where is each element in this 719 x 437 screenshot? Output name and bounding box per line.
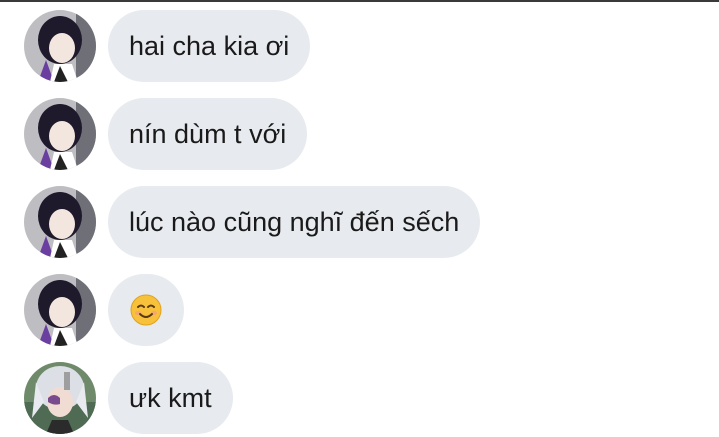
message-text: hai cha kia ơi (129, 30, 290, 61)
avatar-image-shinobu (24, 10, 96, 82)
message-row: hai cha kia ơi (0, 10, 719, 82)
message-row: nín dùm t với (0, 98, 719, 170)
message-bubble[interactable]: lúc nào cũng nghĩ đến sếch (108, 186, 481, 258)
message-text: lúc nào cũng nghĩ đến sếch (129, 206, 460, 237)
avatar[interactable] (24, 10, 96, 82)
message-bubble[interactable]: hai cha kia ơi (108, 10, 311, 82)
avatar-image-shinobu (24, 98, 96, 170)
message-bubble[interactable]: nín dùm t với (108, 98, 308, 170)
avatar[interactable] (24, 274, 96, 346)
message-row: lúc nào cũng nghĩ đến sếch (0, 186, 719, 258)
message-bubble[interactable] (108, 274, 184, 346)
message-row: ưk kmt (0, 362, 719, 434)
message-text: nín dùm t với (129, 118, 287, 149)
avatar-image-shinobu (24, 274, 96, 346)
message-bubble[interactable]: ưk kmt (108, 362, 233, 434)
avatar[interactable] (24, 362, 96, 434)
top-divider (0, 0, 719, 2)
message-text: ưk kmt (129, 382, 212, 413)
avatar-image-shinobu (24, 186, 96, 258)
message-row (0, 274, 719, 346)
avatar[interactable] (24, 186, 96, 258)
smiling-face-icon (130, 294, 162, 326)
avatar-image-tengen (24, 362, 96, 434)
avatar[interactable] (24, 98, 96, 170)
